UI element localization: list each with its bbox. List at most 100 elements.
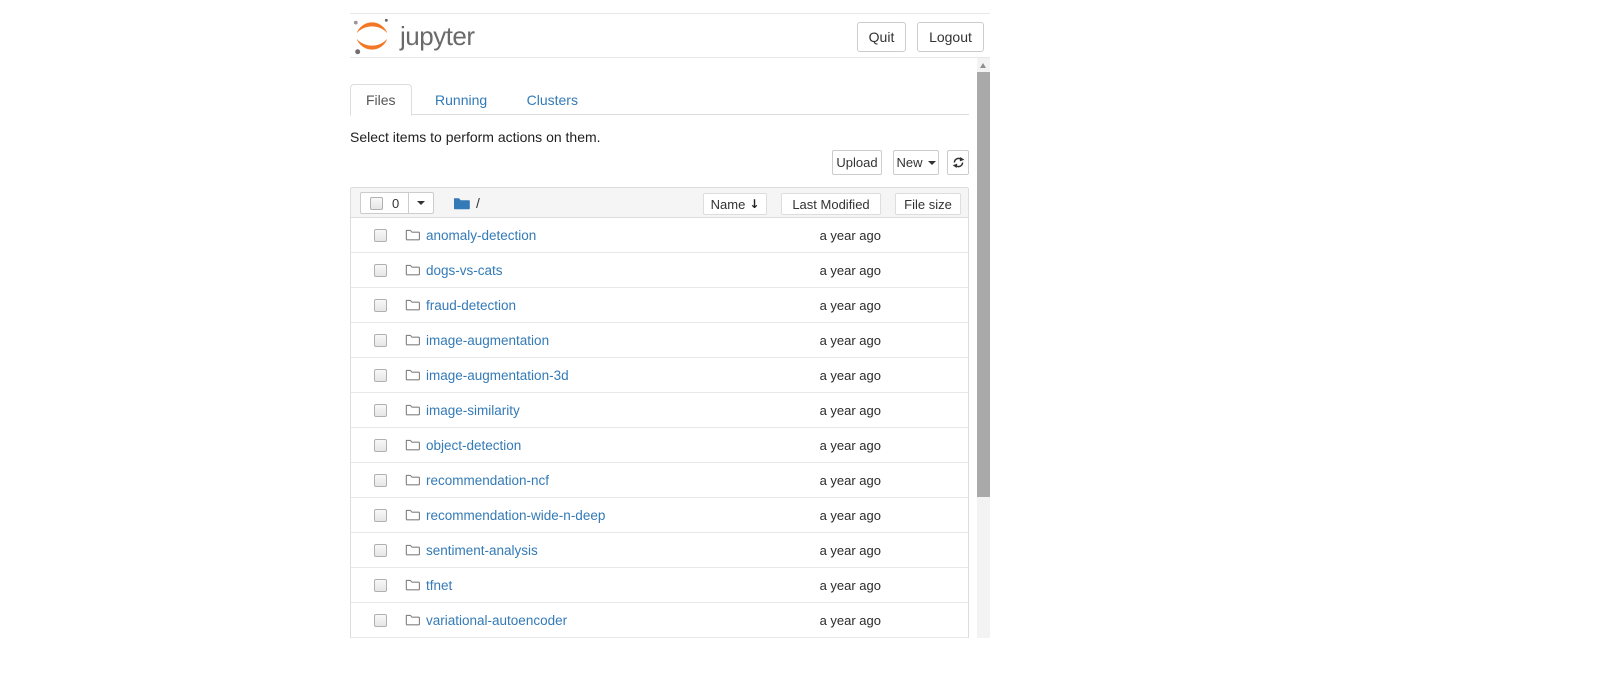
folder-icon (405, 403, 420, 417)
row-checkbox[interactable] (374, 299, 387, 312)
folder-link[interactable]: image-augmentation-3d (426, 368, 569, 383)
refresh-button[interactable] (947, 150, 969, 175)
folder-icon (405, 298, 420, 312)
last-modified-value: a year ago (820, 368, 881, 383)
main-scroll-area: Files Running Clusters Select items to p… (350, 58, 990, 638)
selected-count: 0 (392, 196, 399, 211)
sort-by-name-button[interactable]: Name ↓ (703, 193, 767, 215)
table-row: object-detection a year ago (351, 428, 968, 463)
folder-link[interactable]: variational-autoencoder (426, 613, 567, 628)
folder-link[interactable]: tfnet (426, 578, 452, 593)
file-table: 0 / Name ↓ (350, 187, 969, 638)
sort-direction-arrow-icon: ↓ (749, 197, 759, 211)
table-row: dogs-vs-cats a year ago (351, 253, 968, 288)
folder-icon (405, 263, 420, 277)
row-checkbox[interactable] (374, 369, 387, 382)
folder-icon (405, 228, 420, 242)
folder-link[interactable]: image-similarity (426, 403, 520, 418)
select-filter-dropdown[interactable] (409, 192, 434, 214)
row-checkbox[interactable] (374, 264, 387, 277)
select-all-checkbox[interactable] (370, 197, 383, 210)
table-row: image-similarity a year ago (351, 393, 968, 428)
select-all-group: 0 (360, 192, 434, 214)
folder-icon (405, 508, 420, 522)
select-all-button[interactable]: 0 (360, 192, 409, 214)
folder-icon (453, 196, 470, 211)
last-modified-value: a year ago (820, 263, 881, 278)
scrollbar-thumb[interactable] (977, 72, 990, 497)
folder-icon (405, 333, 420, 347)
last-modified-value: a year ago (820, 228, 881, 243)
folder-link[interactable]: object-detection (426, 438, 521, 453)
logo-wordmark: jupyter (400, 21, 475, 52)
toolbar: Upload New (350, 150, 969, 175)
row-checkbox[interactable] (374, 229, 387, 242)
folder-link[interactable]: anomaly-detection (426, 228, 536, 243)
scroll-up-arrow-icon[interactable] (980, 63, 986, 68)
folder-link[interactable]: recommendation-wide-n-deep (426, 508, 605, 523)
folder-link[interactable]: fraud-detection (426, 298, 516, 313)
new-dropdown-button[interactable]: New (893, 150, 939, 175)
logout-button[interactable]: Logout (917, 22, 984, 52)
folder-icon (405, 438, 420, 452)
folder-link[interactable]: sentiment-analysis (426, 543, 538, 558)
table-row: image-augmentation a year ago (351, 323, 968, 358)
table-row: fraud-detection a year ago (351, 288, 968, 323)
breadcrumb[interactable]: / (453, 188, 480, 218)
folder-link[interactable]: dogs-vs-cats (426, 263, 503, 278)
sort-by-modified-button[interactable]: Last Modified (781, 193, 881, 215)
quit-button[interactable]: Quit (857, 22, 906, 52)
table-row: variational-autoencoder a year ago (351, 603, 968, 638)
row-checkbox[interactable] (374, 439, 387, 452)
tab-bar: Files Running Clusters (350, 84, 969, 115)
last-modified-value: a year ago (820, 613, 881, 628)
row-checkbox[interactable] (374, 404, 387, 417)
refresh-icon (952, 156, 965, 169)
last-modified-value: a year ago (820, 333, 881, 348)
new-button-label: New (896, 155, 922, 170)
table-row: anomaly-detection a year ago (351, 218, 968, 253)
table-row: recommendation-ncf a year ago (351, 463, 968, 498)
breadcrumb-path[interactable]: / (476, 195, 480, 211)
file-list-header: 0 / Name ↓ (351, 188, 968, 218)
row-checkbox[interactable] (374, 579, 387, 592)
folder-link[interactable]: image-augmentation (426, 333, 549, 348)
sort-by-size-button[interactable]: File size (895, 193, 961, 215)
tab-running[interactable]: Running (419, 84, 503, 115)
chevron-down-icon (928, 161, 936, 165)
folder-icon (405, 368, 420, 382)
folder-icon (405, 613, 420, 627)
row-checkbox[interactable] (374, 474, 387, 487)
jupyter-logo-icon (351, 15, 393, 57)
select-hint-text: Select items to perform actions on them. (350, 129, 601, 145)
row-checkbox[interactable] (374, 614, 387, 627)
last-modified-value: a year ago (820, 438, 881, 453)
jupyter-app: jupyter Quit Logout Files Running Cluste… (350, 13, 990, 679)
folder-icon (405, 473, 420, 487)
tab-clusters[interactable]: Clusters (511, 84, 594, 115)
last-modified-value: a year ago (820, 543, 881, 558)
jupyter-logo[interactable]: jupyter (351, 15, 475, 57)
file-list: anomaly-detection a year ago dogs-vs-cat… (351, 218, 968, 638)
folder-link[interactable]: recommendation-ncf (426, 473, 549, 488)
folder-icon (405, 578, 420, 592)
table-row: recommendation-wide-n-deep a year ago (351, 498, 968, 533)
folder-icon (405, 543, 420, 557)
table-row: tfnet a year ago (351, 568, 968, 603)
row-checkbox[interactable] (374, 509, 387, 522)
scrollbar[interactable] (977, 58, 990, 638)
top-bar: jupyter Quit Logout (350, 14, 990, 58)
sort-name-label: Name (711, 197, 746, 212)
table-row: sentiment-analysis a year ago (351, 533, 968, 568)
row-checkbox[interactable] (374, 334, 387, 347)
last-modified-value: a year ago (820, 578, 881, 593)
row-checkbox[interactable] (374, 544, 387, 557)
last-modified-value: a year ago (820, 508, 881, 523)
last-modified-value: a year ago (820, 473, 881, 488)
last-modified-value: a year ago (820, 403, 881, 418)
table-row: image-augmentation-3d a year ago (351, 358, 968, 393)
tab-files[interactable]: Files (350, 84, 412, 116)
chevron-down-icon (417, 201, 425, 205)
last-modified-value: a year ago (820, 298, 881, 313)
upload-button[interactable]: Upload (832, 150, 882, 175)
